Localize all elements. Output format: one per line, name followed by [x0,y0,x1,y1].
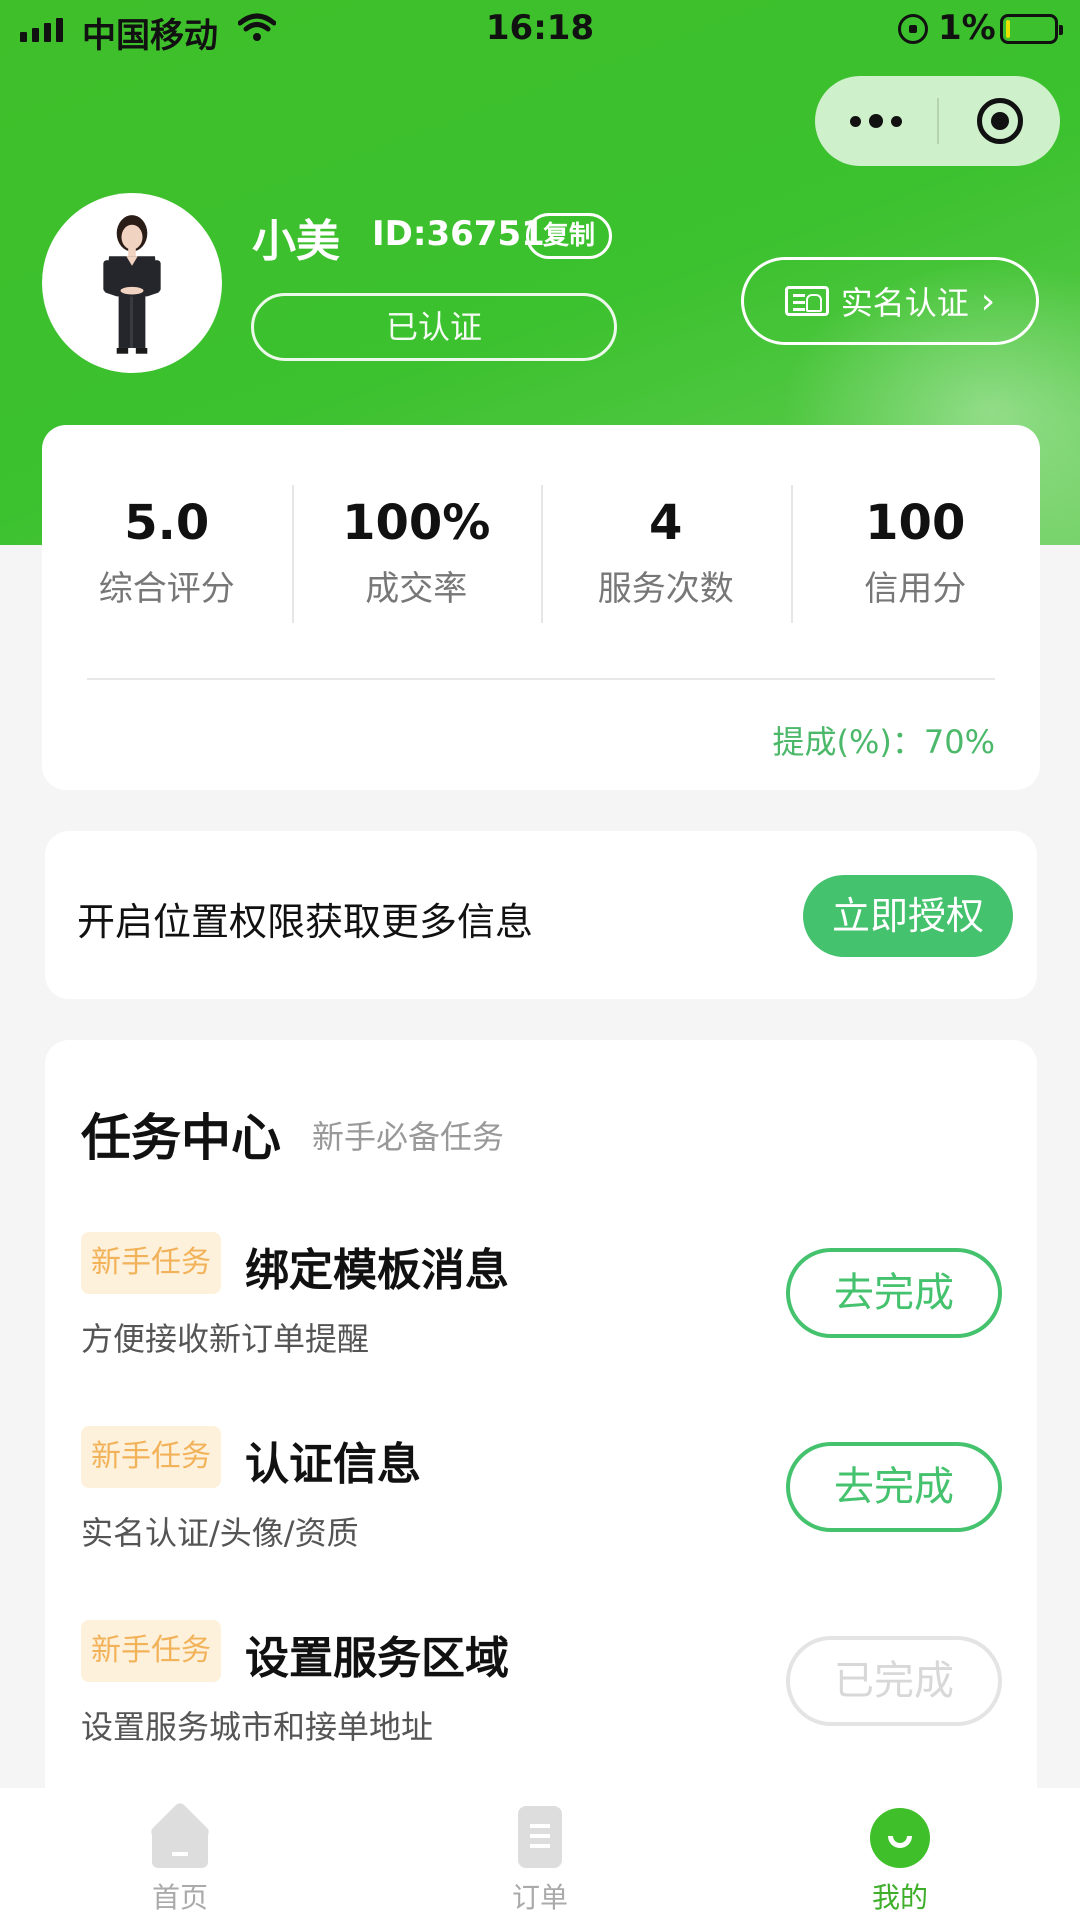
task-tag: 新手任务 [81,1426,221,1488]
stat-value: 4 [649,495,683,551]
task-tag: 新手任务 [81,1620,221,1682]
stat-service-count[interactable]: 4 服务次数 [541,485,791,625]
stat-deal-rate[interactable]: 100% 成交率 [291,485,542,625]
task-desc: 设置服务城市和接单地址 [81,1708,434,1746]
stat-label: 成交率 [365,569,468,609]
rotation-lock-icon [898,14,928,44]
authorize-button[interactable]: 立即授权 [803,875,1013,957]
stat-rating[interactable]: 5.0 综合评分 [42,485,292,625]
tab-orders[interactable]: 订单 [360,1788,720,1920]
me-icon [868,1806,932,1870]
stat-credit-score[interactable]: 100 信用分 [790,485,1041,625]
tab-bar: 首页 订单 我的 [0,1788,1080,1920]
realname-auth-button[interactable]: 实名认证 › [741,257,1039,345]
tab-label: 首页 [151,1881,208,1914]
task-desc: 方便接收新订单提醒 [81,1320,370,1358]
chevron-right-icon: › [980,280,996,322]
commission-rate: 提成(%)：70% [772,723,995,761]
id-card-icon [784,286,829,316]
close-miniprogram-icon[interactable] [939,76,1060,166]
battery-icon [1000,14,1063,44]
task-tag: 新手任务 [81,1232,221,1294]
avatar[interactable] [42,193,222,373]
tab-home[interactable]: 首页 [0,1788,360,1920]
verified-badge: 已认证 [251,293,617,361]
task-center-title: 任务中心 [81,1109,281,1167]
tab-me[interactable]: 我的 [720,1788,1080,1920]
copy-id-button[interactable]: 复制 [526,213,613,259]
location-permission-card: 开启位置权限获取更多信息 立即授权 [45,831,1037,999]
realname-auth-label: 实名认证 [840,284,969,322]
task-complete-button[interactable]: 去完成 [786,1442,1002,1532]
home-icon [148,1806,212,1870]
task-name: 认证信息 [245,1439,421,1490]
task-item: 新手任务 设置服务区域 设置服务城市和接单地址 已完成 [45,1620,1037,1770]
location-permission-text: 开启位置权限获取更多信息 [77,900,534,944]
tab-label: 我的 [871,1881,928,1914]
tab-label: 订单 [511,1881,568,1914]
stat-label: 服务次数 [597,569,734,609]
task-complete-button[interactable]: 去完成 [786,1248,1002,1338]
stat-label: 综合评分 [98,569,235,609]
task-item: 新手任务 绑定模板消息 方便接收新订单提醒 去完成 [45,1232,1037,1382]
task-name: 设置服务区域 [245,1633,509,1684]
task-item: 新手任务 认证信息 实名认证/头像/资质 去完成 [45,1426,1037,1576]
miniprogram-capsule [815,76,1060,166]
stats-card: 5.0 综合评分 100% 成交率 4 服务次数 100 信用分 提成(%)：7… [42,425,1040,790]
user-name: 小美 [252,216,340,267]
more-menu-icon[interactable] [815,76,937,166]
user-id: ID:36751 [372,214,545,254]
stat-value: 100% [342,495,491,551]
task-done-button: 已完成 [786,1636,1002,1726]
task-name: 绑定模板消息 [245,1245,509,1296]
task-desc: 实名认证/头像/资质 [81,1514,359,1552]
task-center-subtitle: 新手必备任务 [312,1118,505,1156]
task-center-card: 任务中心 新手必备任务 新手任务 绑定模板消息 方便接收新订单提醒 去完成 新手… [45,1040,1037,1900]
stats-divider [87,678,995,680]
stat-label: 信用分 [864,569,967,609]
stat-value: 5.0 [124,495,210,551]
stat-value: 100 [865,495,966,551]
battery-percent: 1% [938,8,996,48]
avatar-photo [46,197,218,369]
status-bar: 中国移动 16:18 1% [0,0,1080,60]
order-icon [508,1806,572,1870]
